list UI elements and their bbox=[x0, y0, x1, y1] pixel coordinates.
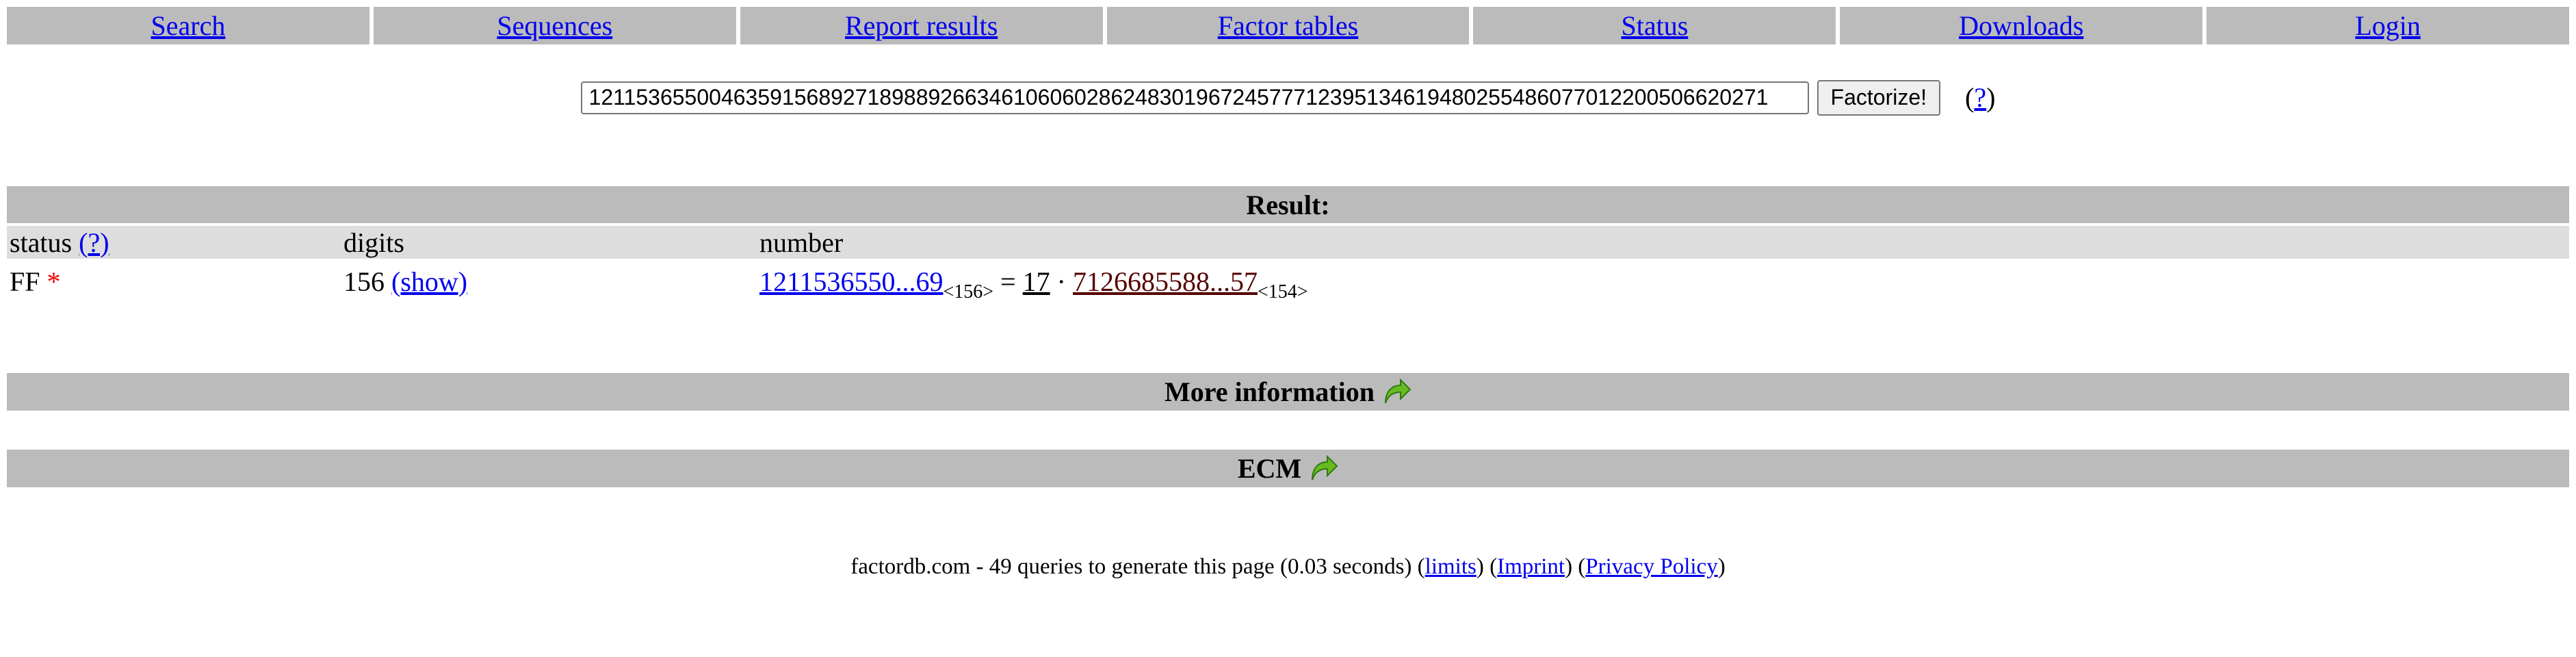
result-header-row: status (?) digits number bbox=[7, 226, 2569, 259]
factor-1-link[interactable]: 17 bbox=[1023, 266, 1050, 297]
factor-2-link[interactable]: 7126685588...57 bbox=[1073, 266, 1258, 297]
nav-link-factor-tables[interactable]: Factor tables bbox=[1218, 10, 1359, 42]
footer-text: factordb.com - 49 queries to generate th… bbox=[850, 554, 1425, 579]
factorize-button[interactable]: Factorize! bbox=[1817, 79, 1941, 116]
number-header: number bbox=[757, 226, 2569, 259]
nav-factor-tables: Factor tables bbox=[1106, 7, 1470, 44]
expand-arrow-icon bbox=[1384, 378, 1411, 403]
table-row: FF * 156 (show) 1211536550...69<156> = 1… bbox=[7, 261, 2569, 302]
footer: factordb.com - 49 queries to generate th… bbox=[0, 554, 2576, 580]
more-information-section[interactable]: More information bbox=[7, 373, 2569, 411]
factor-2-digit-count: <154> bbox=[1258, 281, 1308, 302]
status-header-label: status bbox=[10, 227, 73, 258]
nav-sequences: Sequences bbox=[373, 7, 736, 44]
limits-link[interactable]: limits bbox=[1425, 554, 1476, 579]
digits-cell: 156 (show) bbox=[341, 261, 757, 301]
nav-report-results: Report results bbox=[740, 7, 1103, 44]
multiply-dot: · bbox=[1056, 266, 1066, 297]
more-information-title: More information bbox=[1165, 376, 1375, 407]
nav-link-sequences[interactable]: Sequences bbox=[497, 10, 612, 42]
number-input[interactable] bbox=[580, 81, 1809, 114]
status-header: status (?) bbox=[7, 226, 341, 259]
nav-link-search[interactable]: Search bbox=[151, 10, 226, 42]
nav-link-report-results[interactable]: Report results bbox=[845, 10, 998, 42]
expand-arrow-icon bbox=[1312, 454, 1338, 480]
result-title: Result: bbox=[7, 186, 2569, 223]
number-cell: 1211536550...69<156> = 17 · 7126685588..… bbox=[757, 261, 2569, 302]
footer-sep-2: ) ( bbox=[1565, 554, 1586, 579]
nav-status: Status bbox=[1473, 7, 1836, 44]
search-help-link[interactable]: ? bbox=[1974, 82, 1986, 113]
digits-header: digits bbox=[341, 226, 757, 259]
imprint-link[interactable]: Imprint bbox=[1497, 554, 1565, 579]
nav-downloads: Downloads bbox=[1840, 7, 2203, 44]
status-help-link[interactable]: (?) bbox=[79, 227, 109, 258]
nav-link-login[interactable]: Login bbox=[2355, 10, 2421, 42]
nav-login: Login bbox=[2207, 7, 2570, 44]
equals-sign: = bbox=[1000, 266, 1016, 297]
status-cell: FF * bbox=[7, 261, 341, 301]
status-value: FF bbox=[10, 266, 40, 297]
footer-sep-1: ) ( bbox=[1476, 554, 1498, 579]
footer-end: ) bbox=[1717, 554, 1726, 579]
ecm-section[interactable]: ECM bbox=[7, 450, 2569, 487]
top-nav: Search Sequences Report results Factor t… bbox=[7, 7, 2570, 44]
show-digits-link[interactable]: (show) bbox=[391, 266, 467, 297]
search-help: (?) bbox=[1965, 82, 1996, 113]
digits-value: 156 bbox=[343, 266, 385, 297]
number-link[interactable]: 1211536550...69 bbox=[759, 266, 944, 297]
search-form: Factorize! (?) bbox=[0, 79, 2576, 116]
nav-search: Search bbox=[7, 7, 369, 44]
number-digit-count: <156> bbox=[943, 281, 994, 302]
ecm-title: ECM bbox=[1237, 453, 1302, 484]
privacy-policy-link[interactable]: Privacy Policy bbox=[1585, 554, 1717, 579]
nav-link-status[interactable]: Status bbox=[1621, 10, 1688, 42]
status-mark: * bbox=[47, 266, 61, 297]
nav-link-downloads[interactable]: Downloads bbox=[1959, 10, 2083, 42]
result-table: Result: status (?) digits number FF * 15… bbox=[7, 183, 2569, 304]
